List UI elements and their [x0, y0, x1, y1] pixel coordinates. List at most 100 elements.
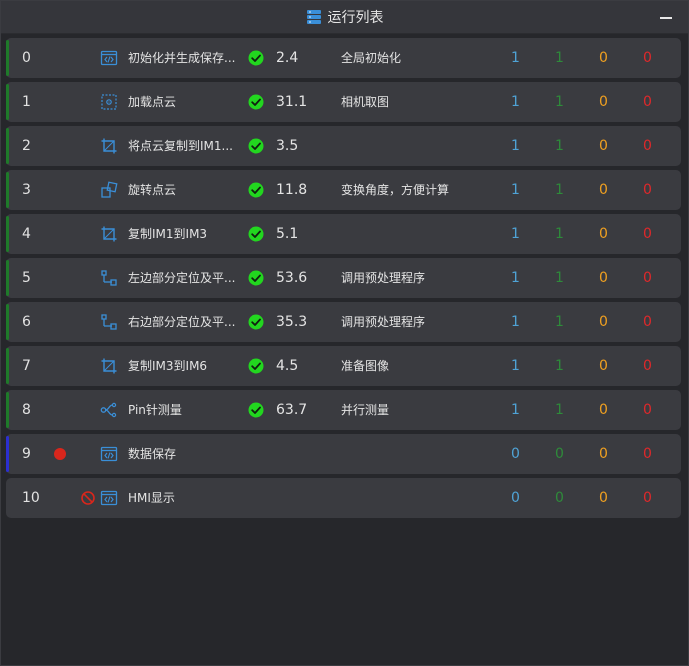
count-green: 1	[555, 138, 564, 154]
count-red: 0	[643, 226, 652, 242]
count-red: 0	[643, 402, 652, 418]
status-accent-bar	[6, 40, 9, 76]
script-icon	[100, 490, 118, 506]
run-list-row[interactable]: 7 复制IM3到IM6 4.5 准备图像 1 1 0 0	[6, 346, 681, 386]
count-red: 0	[643, 50, 652, 66]
tool-note: 调用预处理程序	[341, 315, 426, 329]
run-list-row[interactable]: 2 将点云复制到IM1... 3.5 1 1 0 0	[6, 126, 681, 166]
count-green: 1	[555, 182, 564, 198]
breakpoint-icon[interactable]	[54, 448, 66, 460]
count-green: 1	[555, 270, 564, 286]
count-green: 1	[555, 402, 564, 418]
success-check-icon	[248, 314, 264, 330]
count-red: 0	[643, 182, 652, 198]
run-list-row[interactable]: 9 数据保存 0 0 0 0	[6, 434, 681, 474]
count-red: 0	[643, 490, 652, 506]
run-time: 63.7	[276, 402, 308, 418]
count-blue: 0	[511, 490, 520, 506]
success-check-icon	[248, 226, 264, 242]
row-index: 9	[22, 446, 31, 462]
success-check-icon	[248, 358, 264, 374]
count-blue: 1	[511, 358, 520, 374]
count-red: 0	[643, 314, 652, 330]
count-green: 1	[555, 226, 564, 242]
success-check-icon	[248, 50, 264, 66]
run-list-row[interactable]: 1 加载点云 31.1 相机取图 1 1 0 0	[6, 82, 681, 122]
title-bar: 运行列表	[1, 1, 688, 34]
tool-name: HMI显示	[128, 491, 175, 505]
script-icon	[100, 446, 118, 462]
window-title: 运行列表	[327, 10, 384, 26]
count-orange: 0	[599, 50, 608, 66]
tool-note: 并行测量	[341, 403, 390, 417]
count-blue: 1	[511, 270, 520, 286]
run-time: 31.1	[276, 94, 308, 110]
run-list-row[interactable]: 3 旋转点云 11.8 变换角度，方便计算 1 1 0 0	[6, 170, 681, 210]
run-list-row[interactable]: 6 右边部分定位及平... 35.3 调用预处理程序 1 1 0 0	[6, 302, 681, 342]
tool-note: 相机取图	[341, 95, 390, 109]
status-accent-bar	[6, 216, 9, 252]
crop-icon	[101, 226, 117, 242]
tool-name: 复制IM3到IM6	[128, 359, 208, 373]
row-index: 6	[22, 314, 31, 330]
count-red: 0	[643, 358, 652, 374]
success-check-icon	[248, 138, 264, 154]
row-index: 0	[22, 50, 31, 66]
count-green: 1	[555, 314, 564, 330]
tool-name: 左边部分定位及平...	[128, 271, 236, 285]
count-orange: 0	[599, 314, 608, 330]
status-accent-bar	[6, 84, 9, 120]
row-index: 5	[22, 270, 31, 286]
count-orange: 0	[599, 358, 608, 374]
run-list-row[interactable]: 8 Pin针测量 63.7 并行测量 1 1 0 0	[6, 390, 681, 430]
minimize-button[interactable]	[658, 9, 674, 25]
count-orange: 0	[599, 402, 608, 418]
run-time: 3.5	[276, 138, 299, 154]
tool-name: 右边部分定位及平...	[128, 315, 236, 329]
status-accent-bar	[6, 128, 9, 164]
row-index: 7	[22, 358, 31, 374]
count-orange: 0	[599, 94, 608, 110]
count-blue: 1	[511, 50, 520, 66]
count-green: 1	[555, 94, 564, 110]
row-index: 8	[22, 402, 31, 418]
locate-icon	[101, 270, 117, 286]
tool-name: 数据保存	[128, 447, 177, 461]
status-accent-bar	[6, 304, 9, 340]
run-list-row[interactable]: 5 左边部分定位及平... 53.6 调用预处理程序 1 1 0 0	[6, 258, 681, 298]
tool-note: 准备图像	[341, 359, 390, 373]
status-accent-bar	[6, 260, 9, 296]
script-icon	[100, 50, 118, 66]
count-green: 0	[555, 446, 564, 462]
count-blue: 1	[511, 314, 520, 330]
count-blue: 1	[511, 138, 520, 154]
run-time: 11.8	[276, 182, 308, 198]
success-check-icon	[248, 402, 264, 418]
row-index: 10	[22, 490, 40, 506]
parallel-icon	[100, 402, 117, 418]
count-orange: 0	[599, 490, 608, 506]
count-red: 0	[643, 446, 652, 462]
count-green: 0	[555, 490, 564, 506]
status-accent-bar	[6, 392, 9, 428]
run-list: 0 初始化并生成保存... 2.4 全局初始化 1 1 0 0 1 加载点云 31.1 相机取图 1 1 0…	[6, 38, 681, 522]
count-blue: 1	[511, 402, 520, 418]
rotate-icon	[101, 181, 118, 198]
count-blue: 1	[511, 226, 520, 242]
status-accent-bar	[6, 348, 9, 384]
run-time: 35.3	[276, 314, 308, 330]
row-index: 3	[22, 182, 31, 198]
success-check-icon	[248, 182, 264, 198]
run-time: 53.6	[276, 270, 308, 286]
run-list-row[interactable]: 4 复制IM1到IM3 5.1 1 1 0 0	[6, 214, 681, 254]
tool-name: 复制IM1到IM3	[128, 227, 208, 241]
row-index: 2	[22, 138, 31, 154]
run-list-row[interactable]: 10 HMI显示 0 0 0 0	[6, 478, 681, 518]
run-list-row[interactable]: 0 初始化并生成保存... 2.4 全局初始化 1 1 0 0	[6, 38, 681, 78]
count-green: 1	[555, 50, 564, 66]
count-blue: 1	[511, 94, 520, 110]
count-orange: 0	[599, 446, 608, 462]
count-orange: 0	[599, 182, 608, 198]
count-green: 1	[555, 358, 564, 374]
tool-name: 旋转点云	[128, 183, 177, 197]
